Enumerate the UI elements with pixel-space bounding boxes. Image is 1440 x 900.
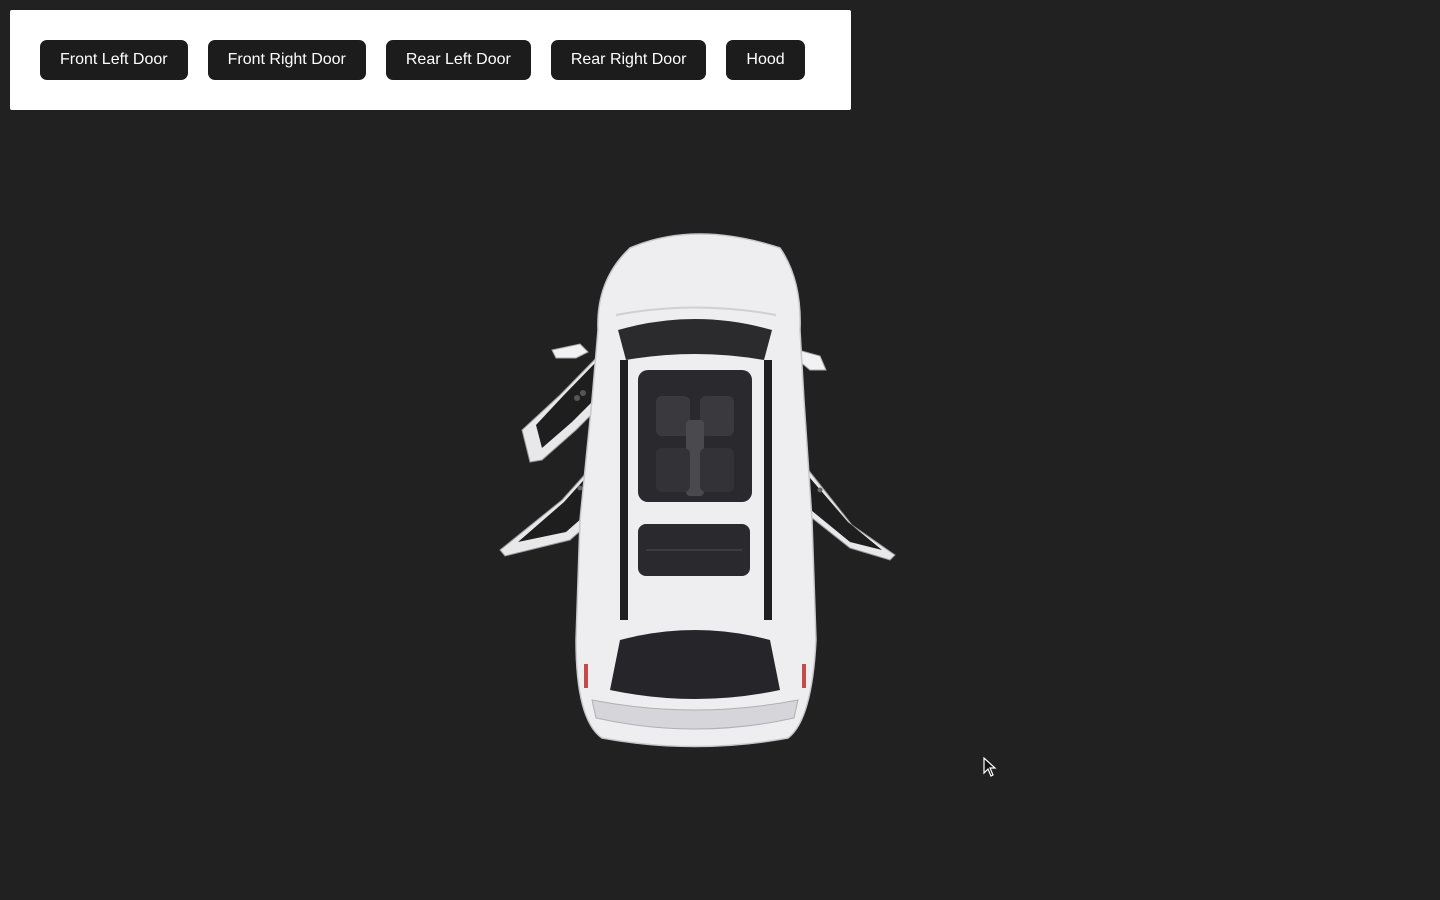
front-right-door-button[interactable]: Front Right Door	[207, 40, 366, 80]
car-model[interactable]	[480, 220, 920, 760]
front-left-door-button[interactable]: Front Left Door	[40, 40, 188, 80]
rear-right-door-button[interactable]: Rear Right Door	[550, 40, 707, 80]
door-control-panel: Front Left Door Front Right Door Rear Le…	[10, 10, 851, 110]
viewer-viewport: Front Left Door Front Right Door Rear Le…	[0, 0, 1440, 900]
rear-left-door-button[interactable]: Rear Left Door	[385, 40, 531, 80]
3d-car-canvas[interactable]	[0, 120, 1440, 900]
pointer-cursor-icon	[983, 757, 997, 777]
hood-button[interactable]: Hood	[726, 40, 805, 80]
car-body	[575, 233, 817, 748]
